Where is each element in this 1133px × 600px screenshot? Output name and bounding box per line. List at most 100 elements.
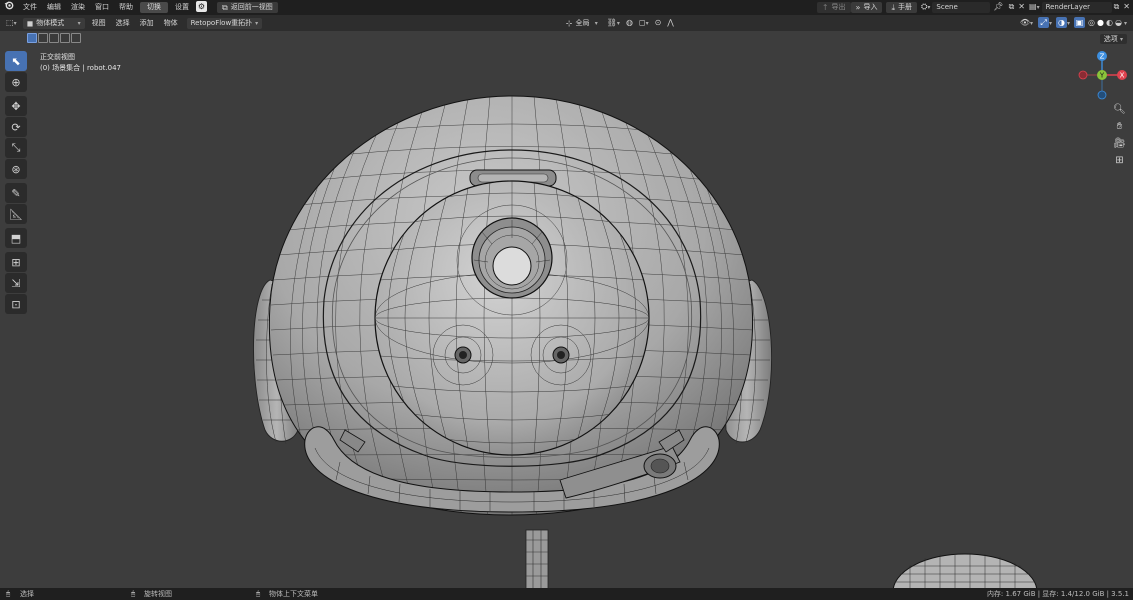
blender-logo-icon[interactable]: [0, 0, 18, 15]
chevron-down-icon: ▾: [594, 19, 598, 27]
neck-pole: [525, 529, 549, 588]
left-eye: [454, 346, 472, 364]
options-label: 选项: [1103, 35, 1118, 43]
retopoflow-dropdown[interactable]: RetopoFlow重拓扑 ▾: [186, 17, 263, 29]
menu-help[interactable]: 帮助: [114, 0, 138, 15]
select-intersect-icon[interactable]: [71, 33, 81, 43]
menu-edit[interactable]: 编辑: [42, 0, 66, 15]
back-to-previous-label: 返回前一视图: [230, 3, 273, 11]
menu-view[interactable]: 视图: [87, 15, 111, 31]
select-subtract-icon[interactable]: [49, 33, 59, 43]
chevron-down-icon: ▾: [1119, 36, 1123, 43]
measure-tool-icon[interactable]: 📐︎: [5, 204, 27, 224]
editor-type-icon[interactable]: ⬚▾: [0, 15, 21, 32]
menu-add[interactable]: 添加: [135, 15, 159, 31]
xray-toggle-icon[interactable]: ▣: [1072, 15, 1087, 31]
cursor-tool-icon[interactable]: ⊕: [5, 72, 27, 92]
menu-settings[interactable]: 设置: [170, 0, 194, 15]
import-button[interactable]: » 导入: [850, 2, 883, 13]
pivot-link-icon[interactable]: ⛓▾: [604, 15, 623, 32]
snap-tool-icon[interactable]: ⇲: [5, 273, 27, 293]
select-invert-icon[interactable]: [60, 33, 70, 43]
render-layer-field[interactable]: RenderLayer: [1041, 2, 1112, 13]
annotate-tool-icon[interactable]: ✎: [5, 183, 27, 203]
delete-layer-icon[interactable]: ✕: [1121, 0, 1133, 15]
scene-selector-icon[interactable]: ⛭▾: [919, 0, 932, 15]
menu-file[interactable]: 文件: [18, 0, 42, 15]
menu-window[interactable]: 窗口: [90, 0, 114, 15]
top-menu-bar: 文件 编辑 渲染 窗口 帮助 切换 设置 ⚙ ⧉ 返回前一视图 ↑ 导出 » 导…: [0, 0, 1133, 15]
view-layer-icon[interactable]: ▤▾: [1027, 0, 1042, 15]
status-select: 选择: [20, 590, 34, 598]
proportional-edit-icon[interactable]: ⊙: [652, 15, 665, 31]
select-box-tool-icon[interactable]: ⬉: [5, 51, 27, 71]
menu-render[interactable]: 渲染: [66, 0, 90, 15]
scene-name-field[interactable]: Scene: [932, 2, 991, 13]
gizmo-neg-z-axis[interactable]: [1097, 90, 1107, 100]
status-context-menu: 物体上下文菜单: [269, 590, 318, 598]
menu-object[interactable]: 物体: [159, 15, 183, 31]
delete-scene-icon[interactable]: ✕: [1016, 0, 1027, 15]
snap-magnet-icon[interactable]: ◍: [623, 15, 636, 31]
navigation-buttons: 🔍︎ ✋︎ 🎥︎ ⊞: [1113, 102, 1126, 168]
gizmo-toggle-icon[interactable]: ⤢ ▾: [1036, 15, 1054, 32]
menu-select[interactable]: 选择: [111, 15, 135, 31]
wireframe-shading-icon[interactable]: ◎: [1087, 15, 1096, 31]
grid-tool-icon[interactable]: ⊡: [5, 294, 27, 314]
import-chevron-icon: »: [855, 3, 861, 12]
transform-orientation-dropdown[interactable]: ⊹ 全局 ▾: [562, 18, 602, 29]
manual-button[interactable]: ⤓ 手册: [886, 2, 917, 13]
new-layer-icon[interactable]: ⧉: [1112, 0, 1122, 15]
add-cube-tool-icon[interactable]: ⬒: [5, 228, 27, 248]
falloff-icon[interactable]: ⋀: [664, 15, 677, 31]
gizmo-neg-x-axis[interactable]: [1078, 70, 1088, 80]
visibility-icon[interactable]: 👁︎▾: [1017, 15, 1036, 32]
viewport-header: ⬚▾ ◼ 物体模式 ▾ 视图 选择 添加 物体 RetopoFlow重拓扑 ▾ …: [0, 15, 1133, 31]
chevron-down-icon: ▾: [255, 19, 259, 27]
options-dropdown[interactable]: 选项 ▾: [1099, 34, 1127, 44]
manual-label: 手册: [898, 3, 912, 11]
move-tool-icon[interactable]: ✥: [5, 96, 27, 116]
transform-tool-icon[interactable]: ⊛: [5, 159, 27, 179]
camera-view-icon[interactable]: 🎥︎: [1113, 136, 1126, 151]
chevron-down-icon: ▾: [77, 19, 81, 27]
settings-gear-icon[interactable]: ⚙: [194, 0, 209, 15]
mode-dropdown[interactable]: ◼ 物体模式 ▾: [22, 17, 85, 29]
navigation-gizmo[interactable]: Z Y X: [1075, 48, 1130, 103]
export-label: 导出: [831, 3, 846, 11]
export-button[interactable]: ↑ 导出: [816, 2, 851, 13]
overlay-toggle-icon[interactable]: ◑ ▾: [1054, 15, 1072, 32]
object-mode-icon: ◼: [26, 18, 34, 28]
collection-info: (0) 场景集合 | robot.047: [40, 64, 122, 72]
export-arrow-icon: ↑: [821, 3, 829, 12]
tool-shelf: ⬉ ⊕ ✥ ⟳ ⤡ ⊛ ✎ 📐︎ ⬒ ⊞ ⇲ ⊡: [5, 51, 28, 315]
mouse-middle-icon: 🖱︎: [131, 590, 136, 598]
download-icon: ⤓: [891, 3, 895, 12]
back-to-previous-button[interactable]: ⧉ 返回前一视图: [217, 2, 278, 13]
right-eye: [552, 346, 570, 364]
camera-lens: [471, 217, 553, 299]
viewport-3d[interactable]: [0, 31, 1133, 588]
rendered-shading-icon[interactable]: ◒: [1114, 15, 1123, 31]
import-label: 导入: [863, 3, 878, 11]
solid-shading-icon[interactable]: ●: [1096, 15, 1105, 31]
workspace-toggle-button[interactable]: 切换: [140, 2, 168, 13]
scale-tool-icon[interactable]: ⤡: [5, 138, 27, 158]
rotate-tool-icon[interactable]: ⟳: [5, 117, 27, 137]
pin-icon[interactable]: 📌︎: [990, 0, 1006, 15]
mouse-right-icon: 🖱︎: [256, 590, 261, 598]
pan-hand-icon[interactable]: ✋︎: [1113, 119, 1126, 134]
retopoflow-tool-icon[interactable]: ⊞: [5, 252, 27, 272]
snap-target-icon[interactable]: ◻▾: [636, 15, 652, 32]
orientation-icon: ⊹: [565, 18, 573, 28]
select-mode-buttons: [27, 33, 81, 43]
select-new-icon[interactable]: [27, 33, 37, 43]
new-scene-icon[interactable]: ⧉: [1007, 0, 1017, 15]
gizmo-y-label: Y: [1099, 72, 1105, 80]
view-info-overlay: 正交前视图 (0) 场景集合 | robot.047: [40, 52, 121, 74]
shading-options-icon[interactable]: ▾: [1123, 15, 1133, 32]
select-extend-icon[interactable]: [38, 33, 48, 43]
ortho-grid-icon[interactable]: ⊞: [1113, 153, 1126, 168]
material-shading-icon[interactable]: ◐: [1105, 15, 1114, 31]
zoom-icon[interactable]: 🔍︎: [1113, 102, 1126, 117]
